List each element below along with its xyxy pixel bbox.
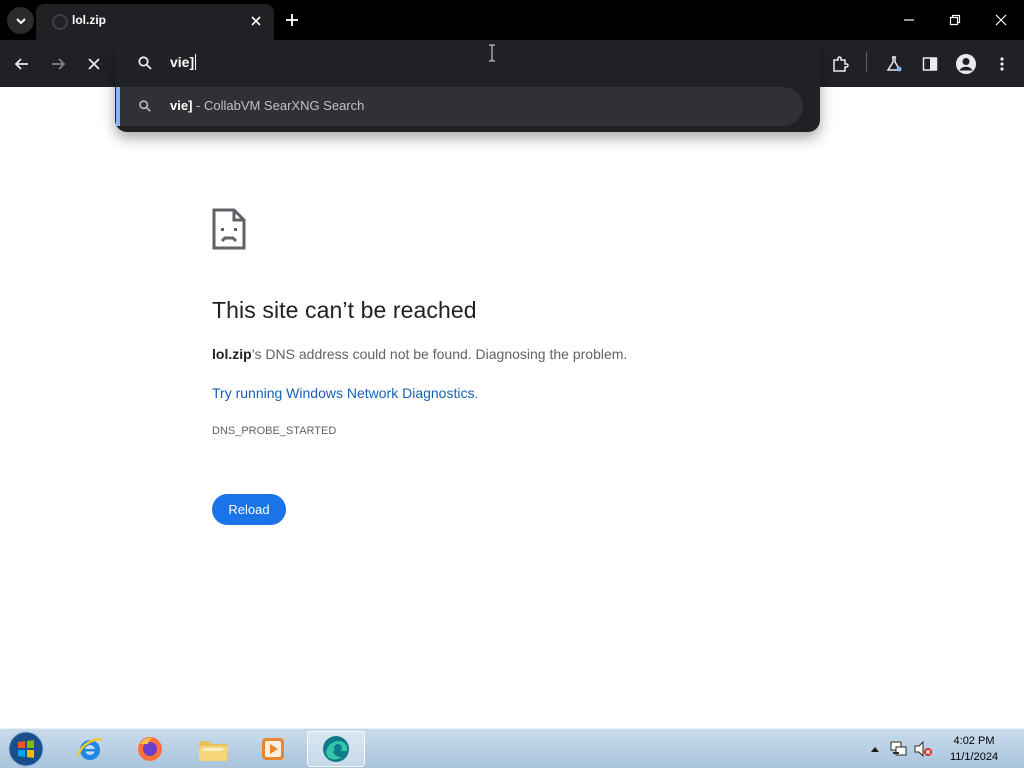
network-tray-button[interactable]	[889, 729, 909, 768]
more-vertical-icon	[1000, 57, 1004, 71]
error-host: lol.zip	[212, 346, 252, 362]
error-title: This site can’t be reached	[212, 297, 477, 323]
text-caret	[195, 54, 197, 70]
plus-icon	[286, 14, 298, 26]
screen: lol.zip This site can’t be reached lol.z…	[0, 0, 1024, 768]
taskbar-edge[interactable]	[307, 731, 365, 767]
minimize-button[interactable]	[891, 6, 927, 34]
new-tab-button[interactable]	[280, 8, 304, 32]
taskbar-internet-explorer[interactable]	[61, 731, 119, 767]
close-icon	[995, 14, 1007, 26]
clock-date: 11/1/2024	[949, 751, 999, 763]
avatar-icon	[956, 54, 976, 74]
suggestion-separator: -	[192, 98, 204, 113]
network-diagnostics-link[interactable]: Try running Windows Network Diagnostics	[212, 385, 474, 401]
chevron-down-icon	[15, 17, 26, 24]
address-input[interactable]: vie]	[170, 54, 197, 70]
arrow-right-icon	[52, 58, 66, 70]
link-suffix: .	[474, 385, 479, 401]
suggestion-provider: CollabVM SearXNG Search	[203, 98, 365, 113]
minimize-icon	[904, 19, 914, 21]
close-window-button[interactable]	[983, 6, 1019, 34]
sad-page-icon	[212, 208, 246, 250]
address-input-value: vie]	[170, 54, 195, 70]
restore-button[interactable]	[937, 6, 973, 34]
folder-icon	[199, 741, 227, 761]
arrow-left-icon	[14, 58, 28, 70]
taskbar-clock[interactable]: 4:02 PM 11/1/2024	[940, 733, 1008, 765]
chevron-up-icon	[871, 747, 879, 752]
flask-icon	[886, 56, 902, 72]
tab-close-button[interactable]	[246, 11, 266, 31]
reload-button[interactable]: Reload	[212, 494, 286, 525]
side-panel-icon	[922, 57, 938, 71]
tab-search-button[interactable]	[7, 7, 34, 34]
taskbar-firefox[interactable]	[121, 731, 179, 767]
puzzle-icon	[833, 56, 849, 72]
volume-tray-button[interactable]	[912, 729, 934, 768]
edge-icon	[323, 736, 349, 762]
stop-loading-button[interactable]	[80, 50, 108, 78]
windows-start-icon	[8, 731, 44, 767]
omnibox-popup: vie] vie] - CollabVM SearXNG Search	[115, 41, 820, 132]
internet-explorer-icon	[76, 737, 103, 760]
forward-button[interactable]	[44, 50, 72, 78]
suggestion-focus-indicator	[116, 87, 120, 126]
profile-button[interactable]	[952, 50, 980, 78]
labs-button[interactable]	[880, 50, 908, 78]
toolbar-divider	[866, 52, 867, 72]
restore-icon	[949, 14, 961, 26]
search-icon	[139, 100, 151, 112]
menu-button[interactable]	[988, 50, 1016, 78]
error-description-text: ’s DNS address could not be found. Diagn…	[251, 346, 628, 362]
text-cursor-icon	[489, 44, 495, 62]
taskbar: 4:02 PM 11/1/2024	[0, 728, 1024, 768]
volume-muted-icon	[914, 741, 932, 757]
tab-active[interactable]: lol.zip	[36, 4, 274, 40]
diagnostics-paragraph: Try running Windows Network Diagnostics.	[212, 385, 478, 401]
taskbar-file-explorer[interactable]	[184, 731, 242, 767]
search-icon	[138, 56, 152, 70]
tab-title: lol.zip	[72, 13, 106, 27]
error-code: DNS_PROBE_STARTED	[212, 425, 337, 437]
firefox-icon	[138, 737, 162, 761]
error-description: lol.zip’s DNS address could not be found…	[212, 346, 627, 362]
extensions-button[interactable]	[826, 50, 854, 78]
title-bar: lol.zip	[0, 0, 1024, 40]
network-icon	[890, 741, 907, 756]
start-button[interactable]	[6, 730, 46, 768]
close-icon	[251, 16, 261, 26]
suggestion-text: vie] - CollabVM SearXNG Search	[170, 98, 364, 113]
taskbar-media-player[interactable]	[244, 731, 302, 767]
close-icon	[88, 58, 100, 70]
loading-spinner-icon	[52, 14, 68, 30]
clock-time: 4:02 PM	[953, 735, 995, 747]
show-hidden-icons-button[interactable]	[868, 729, 882, 768]
suggestion-query: vie]	[170, 98, 193, 113]
back-button[interactable]	[8, 50, 36, 78]
error-page: This site can’t be reached lol.zip’s DNS…	[0, 87, 1024, 728]
side-panel-button[interactable]	[916, 50, 944, 78]
media-player-icon	[262, 738, 284, 760]
omnibox-suggestion[interactable]: vie] - CollabVM SearXNG Search	[116, 87, 803, 126]
address-bar[interactable]: vie]	[115, 41, 820, 85]
